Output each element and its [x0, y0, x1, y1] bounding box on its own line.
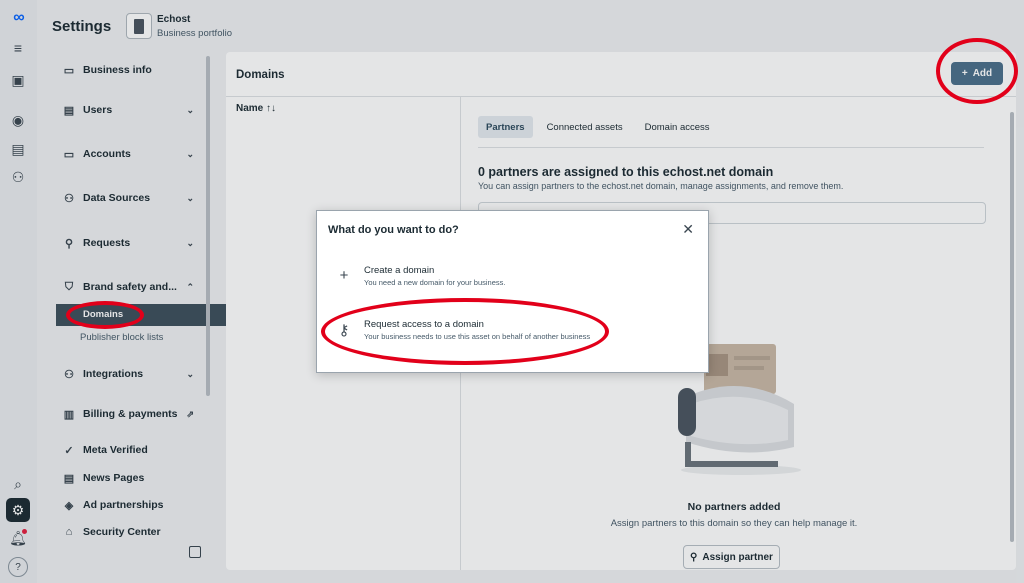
option-description: You need a new domain for your business. — [364, 278, 506, 287]
dialog-title: What do you want to do? — [328, 224, 459, 236]
close-icon[interactable]: ✕ — [682, 221, 694, 238]
annotation-circle-add — [936, 38, 1018, 104]
option-create-domain[interactable]: + Create a domain You need a new domain … — [335, 265, 695, 295]
option-label: Create a domain — [364, 265, 435, 276]
plus-icon: + — [339, 267, 349, 284]
annotation-circle-domains — [66, 301, 144, 329]
annotation-circle-request-access — [321, 298, 609, 365]
